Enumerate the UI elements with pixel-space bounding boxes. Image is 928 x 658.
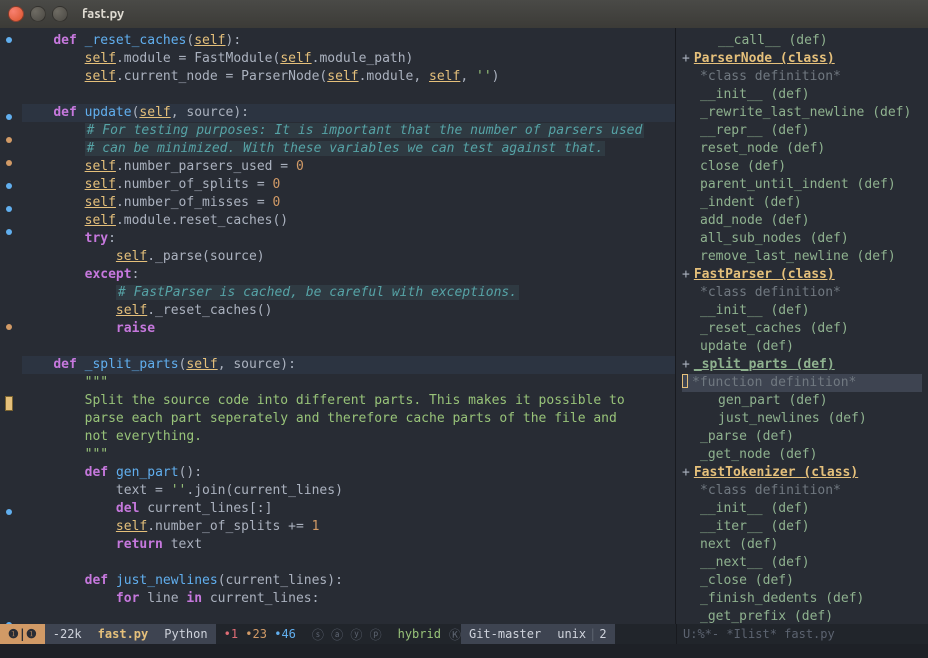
outline-item[interactable]: _get_prefix (def) xyxy=(682,608,922,624)
outline-item[interactable]: _reset_caches (def) xyxy=(682,320,922,338)
outline-item[interactable]: __init__ (def) xyxy=(682,500,922,518)
modeline-inactive[interactable]: U:%*- *Ilist* fast.py xyxy=(676,624,928,644)
code-line[interactable]: not everything. xyxy=(22,428,675,446)
code-line[interactable]: self.module.reset_caches() xyxy=(22,212,675,230)
outline-cursor xyxy=(682,374,688,388)
code-line[interactable]: self.number_of_splits += 1 xyxy=(22,518,675,536)
echo-area[interactable] xyxy=(0,644,928,658)
code-line[interactable]: text = ''.join(current_lines) xyxy=(22,482,675,500)
outline-item[interactable]: __iter__ (def) xyxy=(682,518,922,536)
outline-item[interactable]: next (def) xyxy=(682,536,922,554)
outline-item[interactable]: reset_node (def) xyxy=(682,140,922,158)
code-line[interactable]: self._parse(source) xyxy=(22,248,675,266)
code-line[interactable]: def just_newlines(current_lines): xyxy=(22,572,675,590)
code-line[interactable]: self._reset_caches() xyxy=(22,302,675,320)
code-line[interactable]: """ xyxy=(22,446,675,464)
outline-item[interactable]: add_node (def) xyxy=(682,212,922,230)
code-line[interactable]: # can be minimized. With these variables… xyxy=(22,140,675,158)
modeline-active[interactable]: ❶|❶ - 22k fast.py Python •1 •23 •46 ⓢ ⓐ … xyxy=(0,624,676,644)
outline-item[interactable]: +ParserNode (class) xyxy=(682,50,922,68)
outline-item[interactable]: +FastParser (class) xyxy=(682,266,922,284)
editor-gutter xyxy=(0,28,18,624)
code-line[interactable]: self.module = FastModule(self.module_pat… xyxy=(22,50,675,68)
outline-item[interactable]: update (def) xyxy=(682,338,922,356)
modeline-k: Ⓚ xyxy=(449,626,461,643)
code-line[interactable]: Split the source code into different par… xyxy=(22,392,675,410)
code-line[interactable]: # FastParser is cached, be careful with … xyxy=(22,284,675,302)
workspace: def _reset_caches(self): self.module = F… xyxy=(0,28,928,624)
outline-item[interactable]: just_newlines (def) xyxy=(682,410,922,428)
code-line[interactable]: self.number_of_misses = 0 xyxy=(22,194,675,212)
outline-item[interactable]: __call__ (def) xyxy=(682,32,922,50)
code-line[interactable]: self.number_parsers_used = 0 xyxy=(22,158,675,176)
outline-item[interactable]: _rewrite_last_newline (def) xyxy=(682,104,922,122)
outline-item[interactable]: all_sub_nodes (def) xyxy=(682,230,922,248)
window-titlebar: fast.py xyxy=(0,0,928,28)
modeline-mode: Python xyxy=(156,624,215,644)
code-line[interactable] xyxy=(22,338,675,356)
code-line[interactable]: def gen_part(): xyxy=(22,464,675,482)
modeline-buffer: fast.py xyxy=(90,624,157,644)
minor-modes: ⓢ ⓐ ⓨ ⓟ xyxy=(304,624,390,644)
outline-item[interactable]: *class definition* xyxy=(682,482,922,500)
modeline-vcs: Git-master xyxy=(461,624,549,644)
minimize-icon[interactable] xyxy=(30,6,46,22)
outline-item[interactable]: gen_part (def) xyxy=(682,392,922,410)
maximize-icon[interactable] xyxy=(52,6,68,22)
outline-item[interactable]: parent_until_indent (def) xyxy=(682,176,922,194)
outline-item[interactable]: *class definition* xyxy=(682,68,922,86)
outline-item[interactable]: _indent (def) xyxy=(682,194,922,212)
code-line[interactable]: return text xyxy=(22,536,675,554)
code-line[interactable]: self.number_of_splits = 0 xyxy=(22,176,675,194)
flycheck-errors: •1 •23 •46 xyxy=(216,624,304,644)
code-line[interactable]: def _reset_caches(self): xyxy=(22,32,675,50)
code-line[interactable]: for line in current_lines: xyxy=(22,590,675,608)
code-line[interactable]: parse each part seperately and therefore… xyxy=(22,410,675,428)
code-line[interactable]: raise xyxy=(22,320,675,338)
outline-item[interactable]: _parse (def) xyxy=(682,428,922,446)
close-icon[interactable] xyxy=(8,6,24,22)
modeline-row: ❶|❶ - 22k fast.py Python •1 •23 •46 ⓢ ⓐ … xyxy=(0,624,928,644)
modeline-size: - 22k xyxy=(45,624,90,644)
editor-pane: def _reset_caches(self): self.module = F… xyxy=(0,28,676,624)
code-line[interactable]: def update(self, source): xyxy=(22,104,675,122)
modeline-evil: hybrid xyxy=(390,624,449,644)
outline-item[interactable]: *function definition* xyxy=(682,374,922,392)
outline-item[interactable]: __init__ (def) xyxy=(682,302,922,320)
outline-item[interactable]: _finish_dedents (def) xyxy=(682,590,922,608)
window-title: fast.py xyxy=(82,7,124,21)
outline-item[interactable]: remove_last_newline (def) xyxy=(682,248,922,266)
code-area[interactable]: def _reset_caches(self): self.module = F… xyxy=(18,28,675,624)
outline-item[interactable]: __next__ (def) xyxy=(682,554,922,572)
code-line[interactable] xyxy=(22,554,675,572)
code-line[interactable]: del current_lines[:] xyxy=(22,500,675,518)
outline-item[interactable]: __init__ (def) xyxy=(682,86,922,104)
code-line[interactable]: self.current_node = ParserNode(self.modu… xyxy=(22,68,675,86)
code-line[interactable]: """ xyxy=(22,374,675,392)
code-line[interactable]: try: xyxy=(22,230,675,248)
code-line[interactable]: def _split_parts(self, source): xyxy=(22,356,675,374)
code-line[interactable]: except: xyxy=(22,266,675,284)
outline-item[interactable]: __repr__ (def) xyxy=(682,122,922,140)
outline-item[interactable]: *class definition* xyxy=(682,284,922,302)
code-line[interactable] xyxy=(22,86,675,104)
modeline-flags: ❶|❶ xyxy=(0,624,45,644)
code-line[interactable]: # For testing purposes: It is important … xyxy=(22,122,675,140)
outline-item[interactable]: _get_node (def) xyxy=(682,446,922,464)
outline-pane[interactable]: __call__ (def)+ParserNode (class)*class … xyxy=(676,28,928,624)
outline-item[interactable]: _close (def) xyxy=(682,572,922,590)
outline-item[interactable]: +FastTokenizer (class) xyxy=(682,464,922,482)
modeline-enc: unix | 2 xyxy=(549,624,614,644)
outline-item[interactable]: +_split_parts (def) xyxy=(682,356,922,374)
outline-item[interactable]: close (def) xyxy=(682,158,922,176)
